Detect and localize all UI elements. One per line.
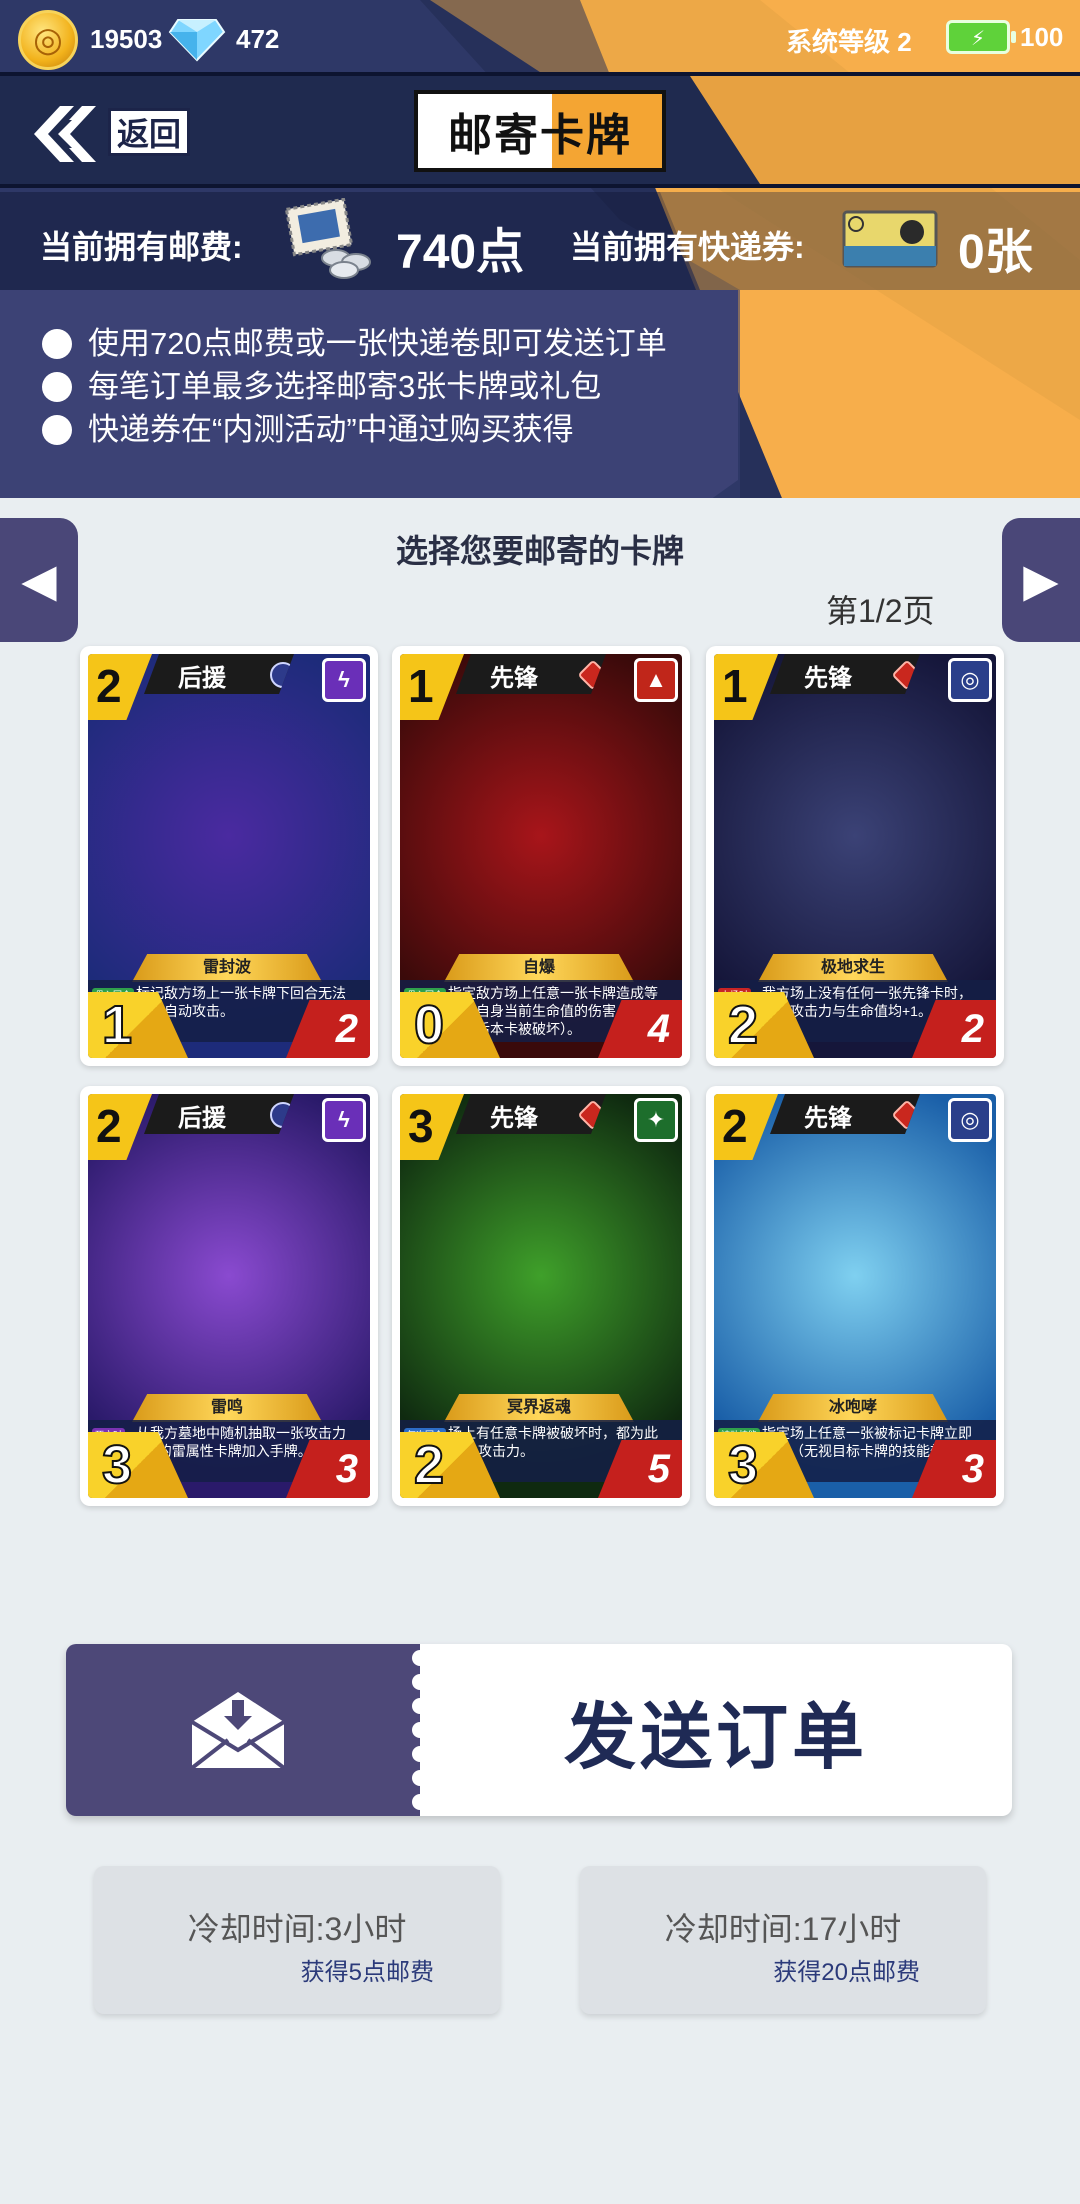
send-order-button[interactable]: 发送订单 (66, 1644, 1012, 1816)
card-name: 雷鸣 (132, 1394, 322, 1422)
system-level: 系统等级 2 (786, 27, 912, 57)
info-text: 快递券在“内测活动”中通过购买获得 (88, 412, 574, 447)
bullet-icon (42, 371, 72, 402)
card-frame: 1 先锋 ◎ 极地求生 上场时 我方场上没有任何一张先锋卡时，此卡攻击力与生命值… (714, 654, 996, 1058)
next-page-button[interactable]: ▶ (1002, 518, 1080, 642)
currency-row: 当前拥有邮费: 740点 当前拥有快递券: 0张 (0, 192, 1080, 290)
express-voucher-icon (842, 210, 938, 268)
card-name: 极地求生 (758, 954, 948, 982)
envelope-icon (190, 1692, 286, 1770)
card-role: 先锋 (490, 1105, 538, 1132)
energy-amount: 100 (1020, 22, 1064, 52)
element-icon: ✦ (634, 1098, 678, 1142)
card-name: 雷封波 (132, 954, 322, 982)
voucher-label: 当前拥有快递券: (570, 229, 805, 265)
page-indicator: 第1/2页 (826, 593, 935, 629)
card-name: 冥界返魂 (444, 1394, 634, 1422)
info-list: 使用720点邮费或一张快递卷即可发送订单 每笔订单最多选择邮寄3张卡牌或礼包 快… (42, 322, 667, 451)
select-cards-title: 选择您要邮寄的卡牌 (395, 533, 684, 569)
card-item[interactable]: 2 先锋 ◎ 冰咆哮 被动技能 指定场上任意一张被标记卡牌立即破坏（无视目标卡牌… (706, 1086, 1004, 1506)
gold-coin-icon: ◎ (18, 10, 78, 70)
gem-amount: 472 (236, 24, 280, 54)
back-label: 返回 (108, 108, 190, 156)
page-title: 邮寄卡牌 (448, 111, 632, 160)
card-frame: 1 先锋 ▲ 自爆 贯入回合 指定敌方场上任意一张卡牌造成等同于自身当前生命值的… (400, 654, 682, 1058)
card-role: 后援 (178, 665, 226, 692)
cooldown-time: 冷却时间:3小时 (187, 1911, 407, 1947)
card-frame: 2 后援 ϟ 雷鸣 死亡时 从我方墓地中随机抽取一张攻击力为1的雷属性卡牌加入手… (88, 1094, 370, 1498)
card-item[interactable]: 1 先锋 ▲ 自爆 贯入回合 指定敌方场上任意一张卡牌造成等同于自身当前生命值的… (392, 646, 690, 1066)
info-text: 每笔订单最多选择邮寄3张卡牌或礼包 (88, 369, 602, 404)
prev-page-button[interactable]: ◀ (0, 518, 78, 642)
bullet-icon (42, 328, 72, 359)
cooldown-reward: 获得20点邮费 (773, 1959, 920, 1986)
cooldown-box-1[interactable]: 冷却时间:3小时 获得5点邮费 (94, 1866, 500, 2014)
status-bar: ◎ 19503 472 系统等级 2 ⚡ 100 (0, 0, 1080, 78)
card-role-banner: 先锋 (456, 1094, 606, 1134)
card-item[interactable]: 3 先锋 ✦ 冥界返魂 每次回合 场上有任意卡牌被破坏时，都为此卡+1攻击力。 … (392, 1086, 690, 1506)
card-role-banner: 先锋 (770, 654, 920, 694)
diamond-icon (168, 19, 226, 62)
card-item[interactable]: 2 后援 ϟ 雷鸣 死亡时 从我方墓地中随机抽取一张攻击力为1的雷属性卡牌加入手… (80, 1086, 378, 1506)
postage-value: 740点 (396, 226, 525, 279)
card-item[interactable]: 2 后援 ϟ 雷封波 贯入回合 标记敌方场上一张卡牌下回合无法进行自动攻击。 1… (80, 646, 378, 1066)
battery-icon: ⚡ (946, 20, 1016, 54)
info-item: 每笔订单最多选择邮寄3张卡牌或礼包 (42, 365, 667, 408)
info-item: 快递券在“内测活动”中通过购买获得 (42, 408, 667, 451)
page-title-box: 邮寄卡牌 (414, 90, 666, 172)
element-icon: ▲ (634, 658, 678, 702)
send-order-label: 发送订单 (563, 1697, 868, 1778)
postage-stamp-icon (284, 198, 371, 279)
back-arrow-icon (34, 106, 96, 162)
element-icon: ◎ (948, 1098, 992, 1142)
cooldown-time: 冷却时间:17小时 (664, 1911, 902, 1947)
card-role: 后援 (178, 1105, 226, 1132)
cooldown-box-2[interactable]: 冷却时间:17小时 获得20点邮费 (580, 1866, 986, 2014)
card-name: 自爆 (444, 954, 634, 982)
card-frame: 2 后援 ϟ 雷封波 贯入回合 标记敌方场上一张卡牌下回合无法进行自动攻击。 1… (88, 654, 370, 1058)
send-button-icon-panel (66, 1644, 420, 1816)
header-bar: 返回 邮寄卡牌 (0, 72, 1080, 188)
info-item: 使用720点邮费或一张快递卷即可发送订单 (42, 322, 667, 365)
voucher-value: 0张 (958, 226, 1033, 279)
gold-amount: 19503 (90, 24, 163, 54)
card-role: 先锋 (490, 665, 538, 692)
card-role-banner: 后援 (144, 1094, 294, 1134)
card-role-banner: 后援 (144, 654, 294, 694)
chevron-right-icon: ▶ (1023, 554, 1059, 606)
card-item[interactable]: 1 先锋 ◎ 极地求生 上场时 我方场上没有任何一张先锋卡时，此卡攻击力与生命值… (706, 646, 1004, 1066)
card-role-banner: 先锋 (770, 1094, 920, 1134)
card-role: 先锋 (804, 1105, 852, 1132)
card-name: 冰咆哮 (758, 1394, 948, 1422)
bullet-icon (42, 414, 72, 445)
chevron-left-icon: ◀ (21, 554, 57, 606)
info-text: 使用720点邮费或一张快递卷即可发送订单 (88, 326, 667, 361)
element-icon: ϟ (322, 1098, 366, 1142)
cooldown-reward: 获得5点邮费 (300, 1959, 434, 1986)
back-button[interactable]: 返回 (30, 98, 190, 168)
card-role-banner: 先锋 (456, 654, 606, 694)
postage-label: 当前拥有邮费: (40, 229, 243, 265)
card-role: 先锋 (804, 665, 852, 692)
card-frame: 3 先锋 ✦ 冥界返魂 每次回合 场上有任意卡牌被破坏时，都为此卡+1攻击力。 … (400, 1094, 682, 1498)
card-frame: 2 先锋 ◎ 冰咆哮 被动技能 指定场上任意一张被标记卡牌立即破坏（无视目标卡牌… (714, 1094, 996, 1498)
element-icon: ϟ (322, 658, 366, 702)
element-icon: ◎ (948, 658, 992, 702)
